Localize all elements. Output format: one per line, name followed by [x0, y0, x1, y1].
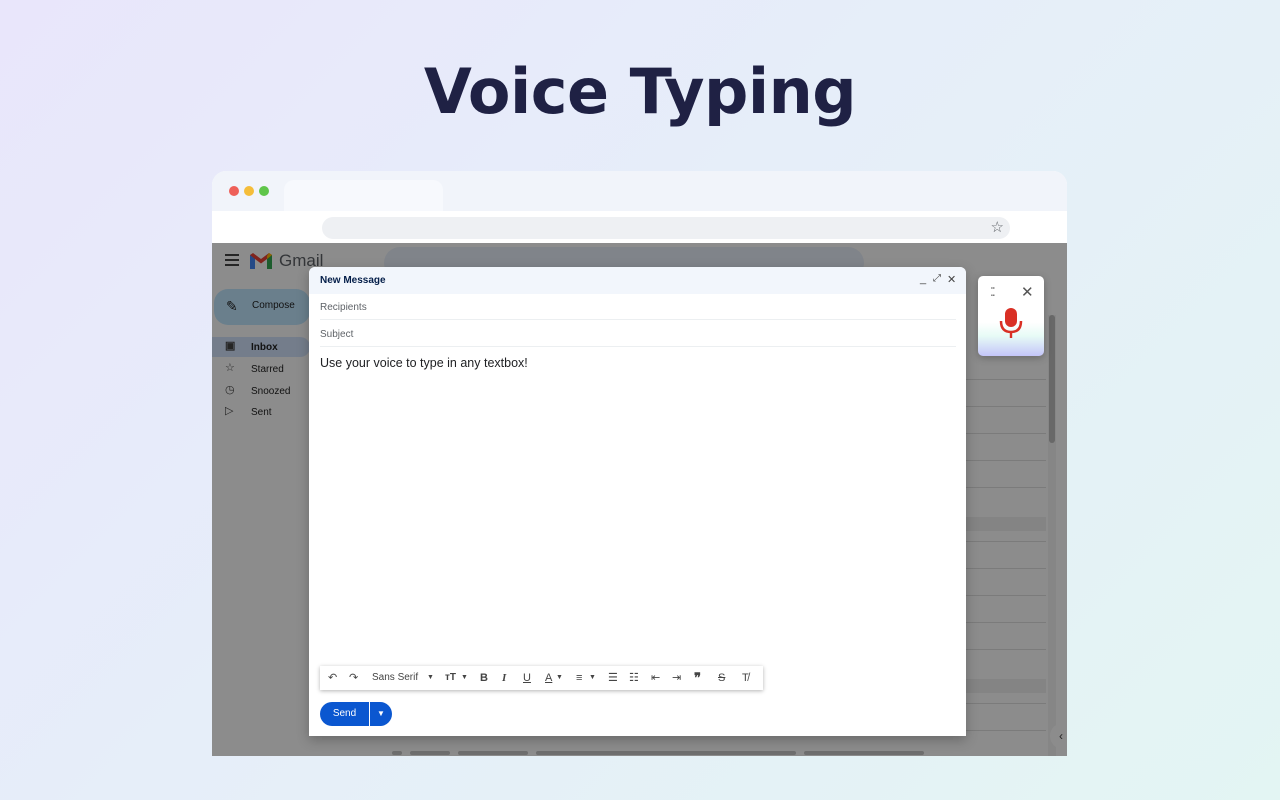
indent-less-icon[interactable]: ⇤ [651, 671, 660, 685]
minimize-window-button[interactable] [244, 186, 254, 196]
font-family-value: Sans Serif [372, 672, 419, 683]
bold-icon[interactable]: B [480, 671, 488, 685]
browser-titlebar [212, 171, 1067, 211]
minimize-icon[interactable]: _ [920, 273, 926, 285]
recipients-placeholder: Recipients [320, 302, 367, 313]
indent-more-icon[interactable]: ⇥ [672, 671, 681, 685]
browser-window: ☆ Gmail ✎ Compose ▣ Inbox ☆ Starred ◷ Sn… [212, 171, 1067, 756]
voice-typing-widget: ⁚⁚ ✕ [978, 276, 1044, 356]
expand-icon[interactable]: ⤢ [933, 273, 941, 284]
bookmark-star-icon[interactable]: ☆ [991, 219, 1004, 237]
subject-field[interactable]: Subject [320, 321, 956, 347]
font-size-icon[interactable]: тT [445, 671, 456, 685]
compose-title: New Message [320, 275, 386, 286]
gmail-page: Gmail ✎ Compose ▣ Inbox ☆ Starred ◷ Snoo… [212, 243, 1067, 756]
chevron-down-icon[interactable]: ▼ [461, 671, 468, 685]
align-icon[interactable]: ≡ [576, 671, 582, 685]
send-options-button[interactable]: ▼ [370, 702, 392, 726]
microphone-icon[interactable] [999, 308, 1023, 338]
undo-icon[interactable]: ↶ [328, 671, 337, 685]
text-color-icon[interactable]: A [545, 671, 552, 685]
close-window-button[interactable] [229, 186, 239, 196]
maximize-window-button[interactable] [259, 186, 269, 196]
subject-placeholder: Subject [320, 329, 354, 340]
formatting-toolbar: ↶ ↷ Sans Serif ▼ тT ▼ B I U A ▼ ≡ ▼ ☰ ☷ … [320, 666, 763, 690]
chevron-down-icon[interactable]: ▼ [589, 671, 596, 685]
redo-icon[interactable]: ↷ [349, 671, 358, 685]
remove-formatting-icon[interactable]: T̸ [742, 671, 749, 685]
chevron-down-icon[interactable]: ▼ [556, 671, 563, 685]
browser-tab[interactable] [284, 180, 443, 211]
address-bar[interactable]: ☆ [322, 217, 1010, 239]
strikethrough-icon[interactable]: S [718, 671, 725, 685]
font-family-select[interactable]: Sans Serif [372, 671, 418, 685]
message-body[interactable]: Use your voice to type in any textbox! [320, 356, 528, 370]
send-button-group: Send ▼ [320, 702, 392, 726]
send-button[interactable]: Send [320, 702, 369, 726]
recipients-field[interactable]: Recipients [320, 294, 956, 320]
drag-handle-icon[interactable]: ⁚⁚ [990, 286, 995, 298]
compose-header: New Message _ ⤢ ✕ [309, 267, 966, 294]
underline-icon[interactable]: U [523, 671, 531, 685]
chevron-down-icon[interactable]: ▼ [427, 671, 434, 685]
compose-window: New Message _ ⤢ ✕ Recipients Subject Use… [309, 267, 966, 736]
bulleted-list-icon[interactable]: ☷ [629, 671, 639, 685]
numbered-list-icon[interactable]: ☰ [608, 671, 618, 685]
quote-icon[interactable]: ❞ [694, 671, 701, 685]
close-icon[interactable]: ✕ [947, 273, 956, 286]
italic-icon[interactable]: I [502, 671, 506, 685]
page-title: Voice Typing [423, 55, 857, 128]
close-widget-icon[interactable]: ✕ [1021, 283, 1034, 301]
